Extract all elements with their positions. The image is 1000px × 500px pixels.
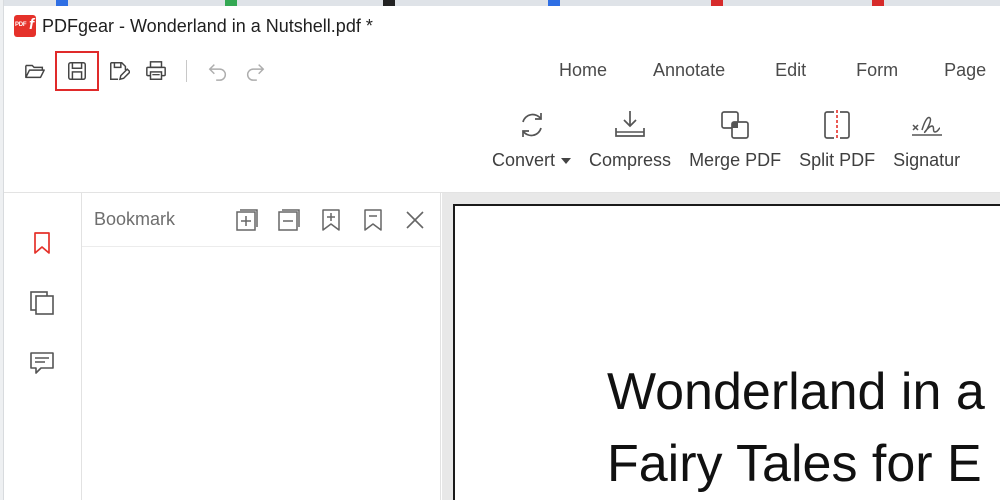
tab-home[interactable]: Home bbox=[559, 60, 607, 81]
tab-annotate[interactable]: Annotate bbox=[653, 60, 725, 81]
open-button[interactable] bbox=[18, 54, 52, 88]
merge-pdf-button[interactable]: Merge PDF bbox=[689, 108, 781, 188]
bookmark-panel-title: Bookmark bbox=[94, 209, 176, 229]
bookmarks-panel-button[interactable] bbox=[28, 229, 56, 257]
bookmark-panel-tools bbox=[234, 207, 444, 233]
convert-button[interactable]: Convert bbox=[492, 108, 572, 188]
pdf-page: Wonderland in a Fairy Tales for E bbox=[453, 204, 1000, 500]
left-navigation-rail bbox=[4, 193, 82, 500]
open-icon bbox=[25, 64, 45, 79]
compress-label: Compress bbox=[589, 150, 672, 170]
comment-icon bbox=[30, 352, 54, 374]
remove-bookmark-icon bbox=[364, 209, 382, 231]
remove-bookmark-button[interactable] bbox=[360, 207, 386, 233]
expand-all-icon bbox=[236, 209, 258, 231]
bookmark-icon bbox=[34, 232, 50, 254]
title-bar: PDF f PDFgear - Wonderland in a Nutshell… bbox=[4, 6, 1000, 46]
document-viewer[interactable]: Wonderland in a Fairy Tales for E bbox=[442, 193, 1000, 500]
close-panel-button[interactable] bbox=[402, 207, 428, 233]
document-title-line-1: Wonderland in a bbox=[607, 363, 985, 421]
chevron-down-icon bbox=[561, 158, 572, 165]
save-as-button[interactable] bbox=[102, 54, 136, 88]
document-title-line-2: Fairy Tales for E bbox=[607, 435, 982, 493]
expand-all-button[interactable] bbox=[234, 207, 260, 233]
compress-icon bbox=[615, 111, 645, 137]
window-title: PDFgear - Wonderland in a Nutshell.pdf * bbox=[42, 15, 373, 36]
redo-icon bbox=[247, 64, 265, 81]
pages-icon bbox=[30, 291, 54, 315]
print-button[interactable] bbox=[139, 54, 173, 88]
merge-pdf-label: Merge PDF bbox=[689, 150, 782, 170]
merge-pdf-icon bbox=[721, 111, 749, 139]
redo-button[interactable] bbox=[238, 54, 272, 88]
ribbon-commands: Convert Compress Merge PDF Split PDF Sig… bbox=[492, 108, 978, 188]
print-icon bbox=[146, 61, 166, 80]
collapse-all-icon bbox=[278, 209, 300, 231]
add-bookmark-button[interactable] bbox=[318, 207, 344, 233]
save-icon bbox=[68, 61, 86, 80]
tab-page[interactable]: Page bbox=[944, 60, 986, 81]
split-pdf-icon bbox=[824, 110, 850, 140]
bookmark-panel: Bookmark bbox=[82, 193, 441, 500]
signature-icon bbox=[911, 116, 942, 136]
comments-panel-button[interactable] bbox=[28, 349, 56, 377]
signature-button[interactable]: Signatur bbox=[893, 108, 960, 188]
collapse-all-button[interactable] bbox=[276, 207, 302, 233]
convert-label: Convert bbox=[492, 150, 556, 170]
close-icon bbox=[406, 211, 424, 229]
save-button[interactable] bbox=[55, 50, 99, 91]
toolbar-separator bbox=[186, 60, 187, 82]
add-bookmark-icon bbox=[322, 209, 340, 231]
tab-edit[interactable]: Edit bbox=[775, 60, 806, 81]
compress-button[interactable]: Compress bbox=[589, 108, 671, 188]
pages-panel-button[interactable] bbox=[28, 289, 56, 317]
save-as-icon bbox=[110, 62, 130, 81]
undo-icon bbox=[208, 64, 226, 81]
undo-button[interactable] bbox=[201, 54, 235, 88]
ribbon-tabs: Home Annotate Edit Form Page bbox=[559, 56, 1000, 84]
split-pdf-label: Split PDF bbox=[799, 150, 876, 170]
tab-form[interactable]: Form bbox=[856, 60, 898, 81]
pdfgear-window: PDF f PDFgear - Wonderland in a Nutshell… bbox=[4, 6, 1000, 500]
convert-icon bbox=[521, 113, 542, 137]
split-pdf-button[interactable]: Split PDF bbox=[799, 108, 875, 188]
signature-label: Signatur bbox=[893, 150, 961, 170]
pdfgear-logo: PDF f bbox=[14, 15, 36, 37]
quick-access-toolbar bbox=[18, 50, 275, 91]
